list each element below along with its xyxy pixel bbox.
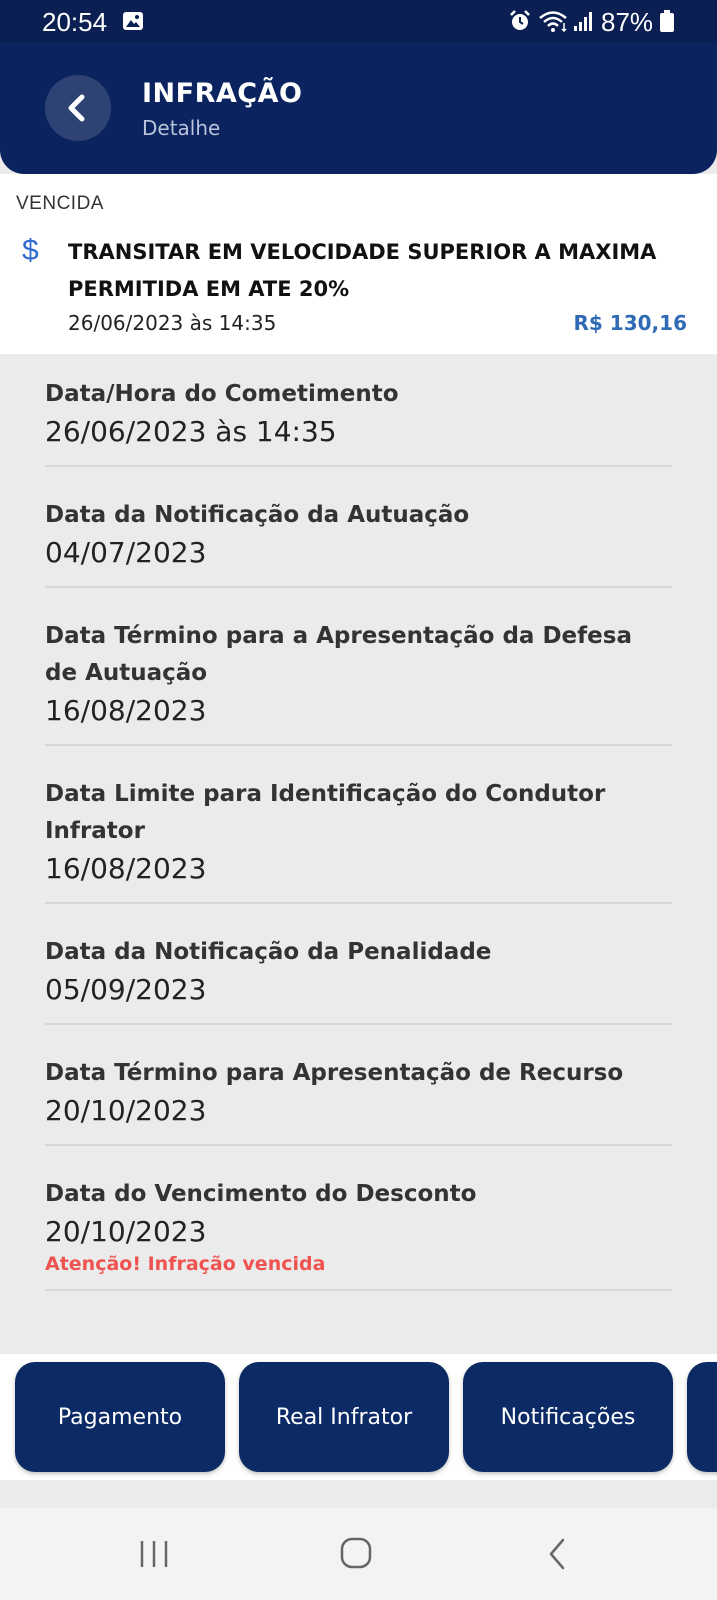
detail-value: 26/06/2023 às 14:35 <box>45 415 337 448</box>
recent-apps-icon[interactable] <box>137 1538 171 1570</box>
status-bar: 20:54 87% <box>0 0 717 44</box>
detail-label: Data Término para Apresentação de Recurs… <box>45 1060 624 1086</box>
infraction-title: TRANSITAR EM VELOCIDADE SUPERIOR A MAXIM… <box>68 240 657 301</box>
detail-item: Data/Hora do Cometimento 26/06/2023 às 1… <box>45 354 672 467</box>
detail-item: Data do Vencimento do Desconto 20/10/202… <box>45 1146 672 1291</box>
infraction-summary: VENCIDA $ TRANSITAR EM VELOCIDADE SUPERI… <box>0 174 717 354</box>
action-buttons-bar[interactable]: Pagamento Real Infrator Notificações <box>0 1354 717 1480</box>
back-button[interactable] <box>45 75 111 141</box>
details-list: Data/Hora do Cometimento 26/06/2023 às 1… <box>45 354 672 1291</box>
detail-value: 16/08/2023 <box>45 852 207 885</box>
detail-label: Data Término para a Apresentação da Defe… <box>45 623 632 686</box>
dollar-icon: $ <box>22 234 39 267</box>
detail-item: Data Término para Apresentação de Recurs… <box>45 1025 672 1146</box>
gallery-icon <box>123 12 143 30</box>
more-action-button[interactable] <box>687 1362 717 1472</box>
detail-label: Data da Notificação da Penalidade <box>45 939 492 965</box>
home-icon[interactable] <box>339 1536 373 1570</box>
infraction-amount: R$ 130,16 <box>573 311 687 335</box>
detail-value: 16/08/2023 <box>45 694 207 727</box>
status-time: 20:54 <box>42 7 108 37</box>
detail-label: Data/Hora do Cometimento <box>45 381 399 407</box>
detail-value: 05/09/2023 <box>45 973 207 1006</box>
payment-button[interactable]: Pagamento <box>15 1362 225 1472</box>
detail-label: Data Limite para Identificação do Condut… <box>45 781 606 844</box>
detail-item: Data Término para a Apresentação da Defe… <box>45 588 672 746</box>
battery-percent: 87% <box>601 7 654 37</box>
alarm-icon <box>510 10 530 30</box>
notifications-button[interactable]: Notificações <box>463 1362 673 1472</box>
detail-item: Data da Notificação da Penalidade 05/09/… <box>45 904 672 1025</box>
app-header: INFRAÇÃO Detalhe <box>0 42 717 174</box>
detail-value: 20/10/2023 <box>45 1094 207 1127</box>
signal-icon <box>574 12 592 31</box>
status-badge: VENCIDA <box>16 193 104 214</box>
overdue-warning: Atenção! Infração vencida <box>45 1253 326 1275</box>
system-nav-bar <box>0 1508 717 1600</box>
page-title: INFRAÇÃO <box>142 78 303 109</box>
detail-value: 20/10/2023 <box>45 1215 207 1248</box>
infraction-datetime: 26/06/2023 às 14:35 <box>68 311 277 335</box>
battery-icon <box>660 10 674 32</box>
detail-item: Data da Notificação da Autuação 04/07/20… <box>45 467 672 588</box>
detail-item: Data Limite para Identificação do Condut… <box>45 746 672 904</box>
back-icon[interactable] <box>545 1536 569 1572</box>
detail-value: 04/07/2023 <box>45 536 207 569</box>
chevron-left-icon <box>68 94 85 122</box>
real-infractor-button[interactable]: Real Infrator <box>239 1362 449 1472</box>
detail-label: Data da Notificação da Autuação <box>45 502 470 528</box>
wifi-icon <box>539 11 567 33</box>
detail-label: Data do Vencimento do Desconto <box>45 1181 477 1207</box>
page-subtitle: Detalhe <box>142 116 221 140</box>
